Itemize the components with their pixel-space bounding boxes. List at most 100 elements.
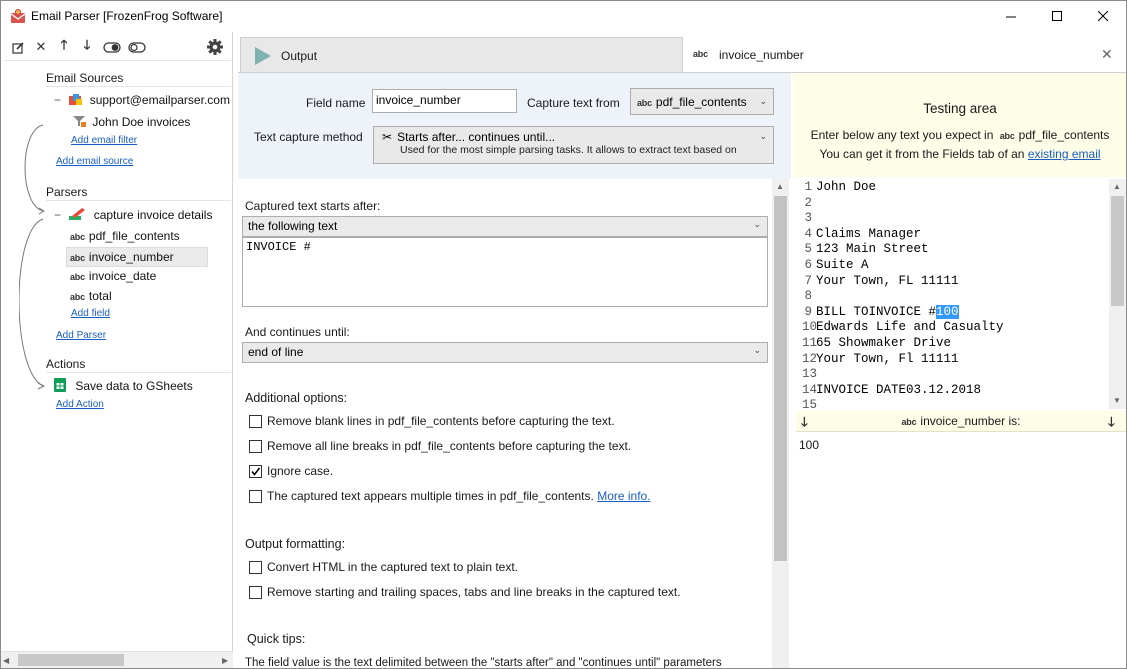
filter-icon <box>73 116 86 127</box>
tab-output[interactable]: Output <box>240 37 683 72</box>
code-line-text: 123 Main Street <box>816 242 929 257</box>
app-window: Email Parser [FrozenFrog Software] ✕ 🡑 🡓 <box>0 0 1127 669</box>
line-number: 1 <box>804 180 812 194</box>
collapse-icon: − <box>54 208 62 222</box>
field-label: total <box>88 289 112 303</box>
email-filter-item[interactable]: John Doe invoices <box>71 114 190 129</box>
add-email-filter-link[interactable]: Add email filter <box>71 135 137 146</box>
delete-x-icon: ✕ <box>35 39 47 54</box>
delete-button[interactable]: ✕ <box>33 39 49 55</box>
field-item-invoice-date[interactable]: abc invoice_date <box>70 269 156 283</box>
additional-options-heading: Additional options: <box>245 391 348 405</box>
parsers-heading: Parsers <box>46 185 88 199</box>
scroll-right-icon[interactable]: ▶ <box>222 656 228 665</box>
action-item[interactable]: Save data to GSheets <box>54 378 193 393</box>
code-line: INVOICE DATE03.12.2018 <box>816 383 981 397</box>
capture-from-select[interactable]: abc pdf_file_contents ⌄ <box>630 88 774 115</box>
scroll-up-icon[interactable]: ▲ <box>776 182 784 191</box>
multiple-times-label: The captured text appears multiple times… <box>267 489 651 503</box>
text-field-icon: abc <box>70 292 85 302</box>
starts-after-textarea[interactable]: INVOICE # <box>242 237 768 307</box>
add-action-link[interactable]: Add Action <box>56 399 104 410</box>
tab-field-label: invoice_number <box>719 48 804 62</box>
existing-email-link[interactable]: existing email <box>1028 147 1101 161</box>
edit-icon <box>11 41 24 54</box>
ignore-case-checkbox[interactable] <box>249 465 262 478</box>
disable-toggle-button[interactable] <box>127 39 147 55</box>
enable-toggle-button[interactable] <box>102 39 122 55</box>
field-item-pdf-file-contents[interactable]: abc pdf_file_contents <box>70 229 180 243</box>
field-item-total[interactable]: abc total <box>70 289 112 303</box>
testing-header: Testing area Enter below any text you ex… <box>793 73 1126 177</box>
line-number: 2 <box>804 195 812 210</box>
line-number: 3 <box>804 211 812 226</box>
convert-html-checkbox[interactable] <box>249 561 262 574</box>
parser-item[interactable]: − capture invoice details <box>54 207 212 222</box>
tab-output-label: Output <box>281 49 318 63</box>
app-logo-icon <box>10 9 26 23</box>
chevron-down-icon: ⌄ <box>753 219 761 229</box>
multiple-times-checkbox[interactable] <box>249 490 262 503</box>
continues-until-select[interactable]: end of line ⌄ <box>242 342 768 363</box>
remove-line-breaks-label: Remove all line breaks in pdf_file_conte… <box>267 439 632 453</box>
trim-spaces-checkbox[interactable] <box>249 586 262 599</box>
settings-button[interactable] <box>206 38 224 56</box>
field-label: pdf_file_contents <box>88 229 180 243</box>
starts-after-select[interactable]: the following text ⌄ <box>242 216 768 237</box>
scroll-left-icon[interactable]: ◀ <box>3 656 9 665</box>
field-name-input[interactable]: invoice_number <box>372 89 517 113</box>
minimize-button[interactable] <box>988 1 1034 32</box>
field-item-invoice-number[interactable]: abc invoice_number <box>66 247 208 267</box>
left-horizontal-scrollbar[interactable]: ◀ ▶ <box>1 651 233 668</box>
text-field-icon: abc <box>999 131 1015 141</box>
add-field-link[interactable]: Add field <box>71 308 110 319</box>
capture-method-title: Starts after... continues until... <box>397 130 556 144</box>
code-line-text: Suite A <box>816 258 869 272</box>
code-line: 65 Showmaker Drive <box>816 336 951 350</box>
capture-method-select[interactable]: ✂ Starts after... continues until... Used… <box>373 126 774 164</box>
tab-invoice-number[interactable]: abc invoice_number ✕ <box>683 36 1126 73</box>
code-line-text: INVOICE DATE03.12.2018 <box>816 382 982 397</box>
add-email-source-link[interactable]: Add email source <box>56 156 133 167</box>
edit-button[interactable] <box>10 39 26 55</box>
remove-line-breaks-checkbox[interactable] <box>249 440 262 453</box>
remove-blank-lines-label: Remove blank lines in pdf_file_contents … <box>267 414 615 428</box>
editor-vertical-scrollbar[interactable]: ▲ ▼ <box>1109 179 1126 409</box>
parser-pencil-icon <box>69 208 86 220</box>
left-toolbar: ✕ 🡑 🡓 <box>6 36 228 58</box>
window-title: Email Parser [FrozenFrog Software] <box>31 9 223 23</box>
close-window-button[interactable] <box>1080 1 1126 32</box>
result-label-text: invoice_number is: <box>920 414 1021 428</box>
move-down-button[interactable]: 🡓 <box>79 37 95 55</box>
scroll-thumb[interactable] <box>18 654 124 666</box>
field-label: invoice_date <box>88 269 157 283</box>
quick-tips-heading: Quick tips: <box>247 632 306 646</box>
email-account-item[interactable]: − support@emailparser.com <box>54 93 230 107</box>
scroll-up-icon[interactable]: ▲ <box>1113 182 1121 191</box>
starts-after-value: the following text <box>248 219 338 233</box>
collapse-icon: − <box>54 93 62 107</box>
add-parser-link[interactable]: Add Parser <box>56 330 106 341</box>
result-divider <box>796 431 1126 432</box>
title-bar: Email Parser [FrozenFrog Software] <box>1 1 1126 32</box>
capture-method-desc: Used for the most simple parsing tasks. … <box>400 144 737 156</box>
field-options-panel: Captured text starts after: the followin… <box>238 179 791 668</box>
more-info-link[interactable]: More info. <box>597 489 650 503</box>
editor-scroll-thumb[interactable] <box>1111 196 1124 306</box>
line-number: 6 <box>804 258 812 272</box>
toolbar-divider <box>5 60 231 61</box>
maximize-icon <box>1051 11 1062 21</box>
move-up-button[interactable]: 🡑 <box>56 37 72 55</box>
close-tab-button[interactable]: ✕ <box>1101 46 1113 63</box>
maximize-button[interactable] <box>1034 1 1080 32</box>
result-label: abc invoice_number is: <box>796 414 1126 428</box>
flow-connector-icon <box>19 124 46 390</box>
code-line-text: Claims Manager <box>816 226 922 241</box>
code-line: Your Town, FL 11111 <box>816 274 959 288</box>
options-scroll-thumb[interactable] <box>774 196 787 561</box>
remove-blank-lines-checkbox[interactable] <box>249 415 262 428</box>
line-number: 7 <box>804 273 812 288</box>
left-panel: ✕ 🡑 🡓 Email Sources − support@emailparse… <box>1 32 233 668</box>
multiple-times-text: The captured text appears multiple times… <box>267 489 594 503</box>
scroll-down-icon[interactable]: ▼ <box>1113 396 1121 405</box>
